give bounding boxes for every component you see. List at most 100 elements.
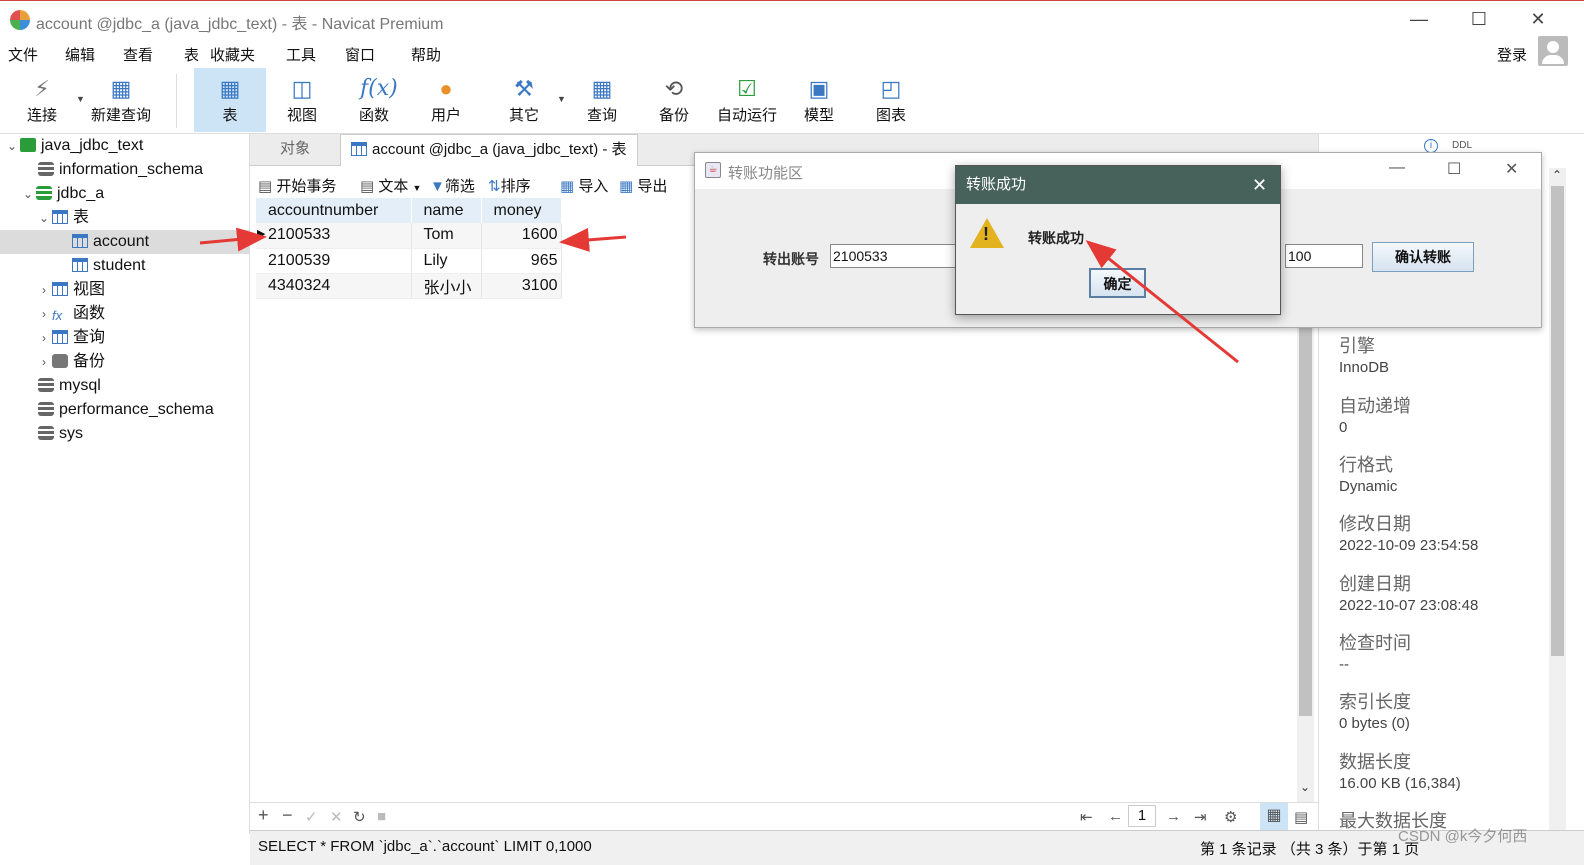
tree-functions[interactable]: › fx 函数 — [0, 302, 249, 326]
tab-objects[interactable]: 对象 — [250, 134, 340, 166]
toolbar-automation[interactable]: ☑ 自动运行 — [710, 68, 784, 132]
filter-button[interactable]: ▼筛选 — [430, 175, 475, 196]
dialog-close-button[interactable]: ✕ — [1252, 166, 1267, 204]
menu-edit[interactable]: 编辑 — [65, 44, 95, 65]
chevron-right-icon[interactable]: › — [36, 278, 52, 302]
add-record-button[interactable]: + — [258, 805, 269, 826]
tree-db-jdbc-a[interactable]: ⌄ jdbc_a — [0, 182, 249, 206]
from-account-input[interactable]: 2100533 — [830, 244, 960, 268]
stop-button[interactable]: ■ — [377, 808, 386, 825]
chevron-down-icon[interactable]: ⌄ — [36, 206, 52, 230]
menu-file[interactable]: 文件 — [8, 44, 38, 65]
cell-accountnumber[interactable]: 2100539 — [256, 248, 412, 274]
connection-icon — [20, 138, 36, 152]
prev-page-button[interactable]: ← — [1108, 808, 1123, 825]
tree-tables[interactable]: ⌄ 表 — [0, 206, 249, 230]
maximize-button[interactable]: ☐ — [1465, 7, 1493, 31]
column-header-name[interactable]: name — [411, 198, 482, 223]
toolbar-table[interactable]: ▦ 表 — [194, 68, 266, 132]
text-button[interactable]: ▤ 文本 ▼ — [360, 175, 421, 196]
import-button[interactable]: ▦ 导入 — [560, 175, 608, 196]
transfer-maximize-button[interactable]: ☐ — [1447, 159, 1461, 179]
settings-gear-icon[interactable]: ⚙ — [1224, 808, 1237, 826]
grid-view-icon[interactable]: ▦ — [1260, 803, 1288, 830]
chevron-right-icon[interactable]: › — [36, 302, 52, 326]
table-row[interactable]: 4340324 张小小 3100 — [256, 273, 562, 299]
tree-backups[interactable]: › 备份 — [0, 350, 249, 374]
scrollbar-thumb[interactable] — [1551, 186, 1564, 656]
close-button[interactable]: ✕ — [1524, 7, 1552, 31]
column-header-accountnumber[interactable]: accountnumber — [256, 198, 412, 223]
ddl-icon[interactable]: DDL — [1452, 140, 1472, 151]
toolbar-connect[interactable]: ⚡ 连接 — [6, 68, 78, 132]
toolbar-user[interactable]: ● 用户 — [410, 68, 482, 132]
ok-button[interactable]: 确定 — [1089, 268, 1146, 298]
last-page-button[interactable]: ⇥ — [1194, 808, 1207, 826]
toolbar-other[interactable]: ⚒ 其它 — [488, 68, 560, 132]
form-view-icon[interactable]: ▤ — [1294, 808, 1308, 826]
transfer-minimize-button[interactable]: — — [1389, 159, 1405, 177]
cell-money[interactable]: 965 — [481, 248, 562, 274]
cell-name[interactable]: 张小小 — [411, 273, 482, 299]
cell-name[interactable]: Lily — [411, 248, 482, 274]
refresh-button[interactable]: ↻ — [353, 808, 366, 826]
info-icon[interactable]: i — [1424, 139, 1438, 153]
transfer-close-button[interactable]: ✕ — [1505, 159, 1518, 179]
toolbar-new-query[interactable]: ▦ 新建查询 — [84, 68, 158, 132]
apply-changes-button[interactable]: ✓ — [305, 808, 318, 826]
cell-accountnumber[interactable]: ▶ 2100533 — [256, 223, 412, 249]
scrollbar-thumb[interactable] — [1299, 326, 1312, 716]
delete-record-button[interactable]: − — [282, 805, 293, 826]
toolbar-chart[interactable]: ◰ 图表 — [855, 68, 927, 132]
table-row[interactable]: 2100539 Lily 965 — [256, 248, 562, 274]
menu-window[interactable]: 窗口 — [345, 44, 375, 65]
tree-db-mysql[interactable]: mysql — [0, 374, 249, 398]
table-row[interactable]: ▶ 2100533 Tom 1600 — [256, 223, 562, 249]
amount-input[interactable]: 100 — [1285, 244, 1363, 268]
backup-icon — [52, 354, 68, 368]
avatar[interactable] — [1538, 36, 1568, 66]
tab-account-table[interactable]: account @jdbc_a (java_jdbc_text) - 表 — [340, 134, 638, 166]
column-header-money[interactable]: money — [481, 198, 562, 223]
confirm-transfer-button[interactable]: 确认转账 — [1372, 242, 1474, 272]
toolbar-view[interactable]: ◫ 视图 — [266, 68, 338, 132]
chevron-down-icon[interactable]: ⌄ — [4, 134, 20, 158]
toolbar-query[interactable]: ▦ 查询 — [566, 68, 638, 132]
cell-money[interactable]: 3100 — [481, 273, 562, 299]
toolbar-backup[interactable]: ⟲ 备份 — [638, 68, 710, 132]
tree-views[interactable]: › 视图 — [0, 278, 249, 302]
scroll-up-icon[interactable]: ⌃ — [1552, 168, 1562, 182]
tree-table-account[interactable]: account — [0, 230, 249, 254]
menu-favorites[interactable]: 收藏夹 — [210, 44, 255, 65]
tree-db-performance-schema[interactable]: performance_schema — [0, 398, 249, 422]
scroll-down-icon[interactable]: ⌄ — [1300, 780, 1310, 794]
chevron-right-icon[interactable]: › — [36, 350, 52, 374]
next-page-button[interactable]: → — [1166, 808, 1181, 825]
toolbar-model[interactable]: ▣ 模型 — [783, 68, 855, 132]
tree-information-schema[interactable]: information_schema — [0, 158, 249, 182]
toolbar-function[interactable]: f(x) 函数 — [338, 68, 410, 132]
menu-tools[interactable]: 工具 — [286, 44, 316, 65]
tree-db-sys[interactable]: sys — [0, 422, 249, 446]
cell-money[interactable]: 1600 — [481, 223, 562, 249]
chevron-right-icon[interactable]: › — [36, 326, 52, 350]
begin-transaction-button[interactable]: ▤ 开始事务 — [258, 175, 336, 196]
dropdown-arrow-icon[interactable]: ▼ — [557, 94, 566, 104]
page-number-input[interactable]: 1 — [1128, 805, 1156, 827]
tree-table-student[interactable]: student — [0, 254, 249, 278]
tree-connection[interactable]: ⌄ java_jdbc_text — [0, 134, 249, 158]
tree-queries[interactable]: › 查询 — [0, 326, 249, 350]
first-page-button[interactable]: ⇤ — [1080, 808, 1093, 826]
discard-changes-button[interactable]: ✕ — [330, 808, 343, 826]
login-link[interactable]: 登录 — [1497, 44, 1527, 65]
menu-table[interactable]: 表 — [184, 44, 199, 65]
info-vertical-scrollbar[interactable]: ⌃ — [1549, 168, 1566, 834]
sort-button[interactable]: ⇅排序 — [488, 175, 531, 196]
cell-accountnumber[interactable]: 4340324 — [256, 273, 412, 299]
chevron-down-icon[interactable]: ⌄ — [20, 182, 36, 206]
export-button[interactable]: ▦ 导出 — [619, 175, 667, 196]
menu-view[interactable]: 查看 — [123, 44, 153, 65]
minimize-button[interactable]: — — [1405, 7, 1433, 31]
menu-help[interactable]: 帮助 — [411, 44, 441, 65]
cell-name[interactable]: Tom — [411, 223, 482, 249]
